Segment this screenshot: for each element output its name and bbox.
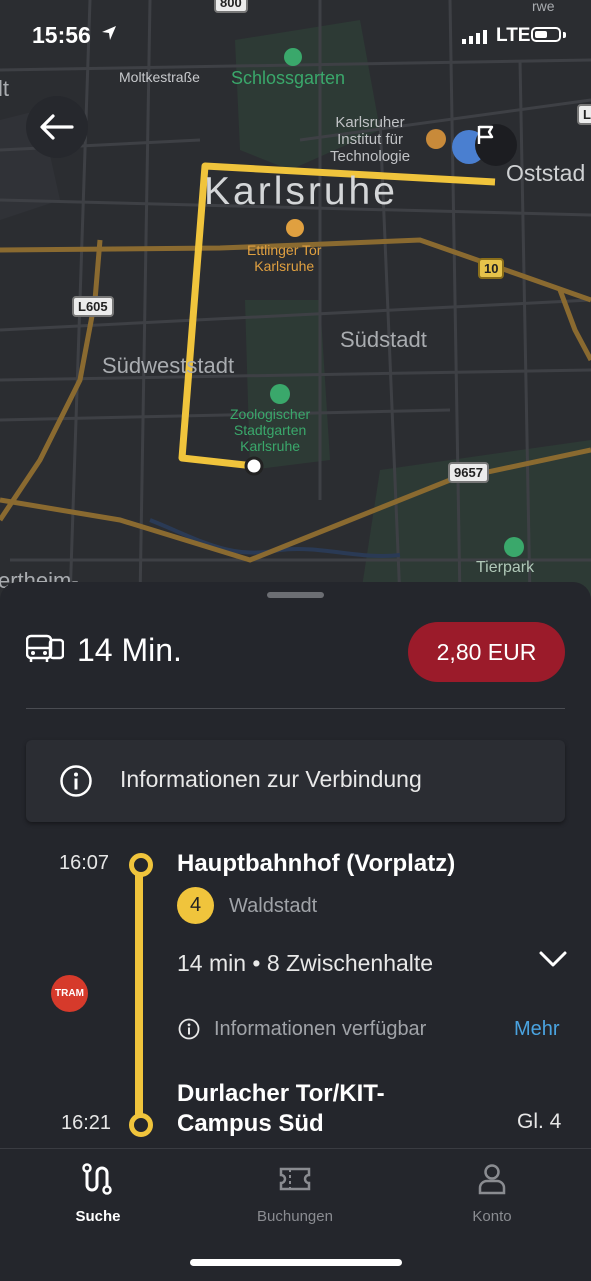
info-icon (60, 765, 92, 797)
tab-label: Suche (75, 1208, 121, 1225)
line-direction: Waldstadt (229, 895, 318, 917)
timeline-line (135, 864, 143, 1126)
platform-label: Gl. 4 (517, 1110, 562, 1133)
status-time: 15:56 (32, 22, 91, 48)
tram-icon: TRAM (51, 975, 88, 1012)
destination-flag-icon[interactable] (475, 124, 517, 166)
more-link[interactable]: Mehr (514, 1018, 560, 1041)
tab-search[interactable]: Suche (28, 1163, 168, 1225)
map-label-fragment: lt (0, 76, 9, 101)
departure-stop-dot (129, 853, 153, 877)
person-icon (478, 1164, 506, 1195)
map-view[interactable]: lt rwe Moltkestraße Schlossgarten Karlsr… (0, 0, 591, 600)
connection-info-card[interactable]: Informationen zur Verbindung (26, 740, 565, 822)
map-label-district: Oststad (506, 160, 586, 186)
road-badge: L605 (72, 296, 114, 317)
tab-label: Buchungen (257, 1208, 333, 1225)
ticket-icon (279, 1167, 311, 1191)
ride-summary[interactable]: 14 min • 8 Zwischenhalte (177, 950, 433, 977)
tab-account[interactable]: Konto (422, 1163, 562, 1225)
route-icon (82, 1163, 112, 1195)
arrival-time: 16:21 (61, 1112, 112, 1134)
connection-info-label: Informationen zur Verbindung (120, 766, 422, 792)
tab-bookings[interactable]: Buchungen (225, 1163, 365, 1225)
chevron-down-icon[interactable] (538, 950, 568, 968)
park-icon (504, 537, 524, 557)
trip-duration: 14 Min. (77, 632, 182, 668)
map-label-district: Südstadt (340, 327, 427, 352)
sheet-drag-handle[interactable] (267, 592, 324, 598)
transit-vehicle-icon (26, 634, 64, 662)
arrival-stop-line2[interactable]: Campus Süd (177, 1110, 324, 1138)
tab-label: Konto (472, 1208, 512, 1225)
map-label-zoo: Zoologischer Stadtgarten Karlsruhe (230, 406, 311, 454)
info-small-icon (178, 1018, 200, 1040)
map-label-university: Karlsruher Institut für Technologie (330, 114, 411, 165)
arrival-stop-line1[interactable]: Durlacher Tor/KIT- (177, 1080, 385, 1108)
map-label-district: Südweststadt (102, 353, 235, 378)
battery-icon (531, 27, 561, 42)
arrival-stop-dot (129, 1113, 153, 1137)
home-indicator[interactable] (190, 1259, 402, 1266)
divider (26, 708, 565, 709)
price-button[interactable]: 2,80 EUR (408, 622, 565, 682)
road-badge: 9657 (448, 462, 489, 483)
transit-icon (286, 219, 304, 237)
road-badge: 10 (478, 258, 505, 279)
departure-stop[interactable]: Hauptbahnhof (Vorplatz) (177, 850, 455, 878)
map-label-street: Moltkestraße (119, 69, 200, 85)
location-arrow-icon (102, 26, 116, 40)
map-label-city: Karlsruhe (204, 170, 398, 213)
zoo-icon (270, 384, 290, 404)
arrow-left-icon (40, 114, 74, 140)
map-label-park: Tierpark (476, 559, 535, 576)
map-label-station: Ettlinger Tor Karlsruhe (247, 242, 322, 274)
availability-info: Informationen verfügbar (214, 1018, 427, 1040)
map-label-park: Schlossgarten (231, 68, 346, 88)
status-bar: 15:56 LTE (0, 0, 591, 70)
line-badge: 4 (177, 887, 214, 924)
departure-time: 16:07 (59, 852, 110, 874)
road-badge: L5 (577, 104, 591, 125)
network-label: LTE (496, 25, 531, 46)
university-icon (426, 129, 446, 149)
signal-icon (462, 30, 487, 44)
back-button[interactable] (26, 96, 88, 158)
